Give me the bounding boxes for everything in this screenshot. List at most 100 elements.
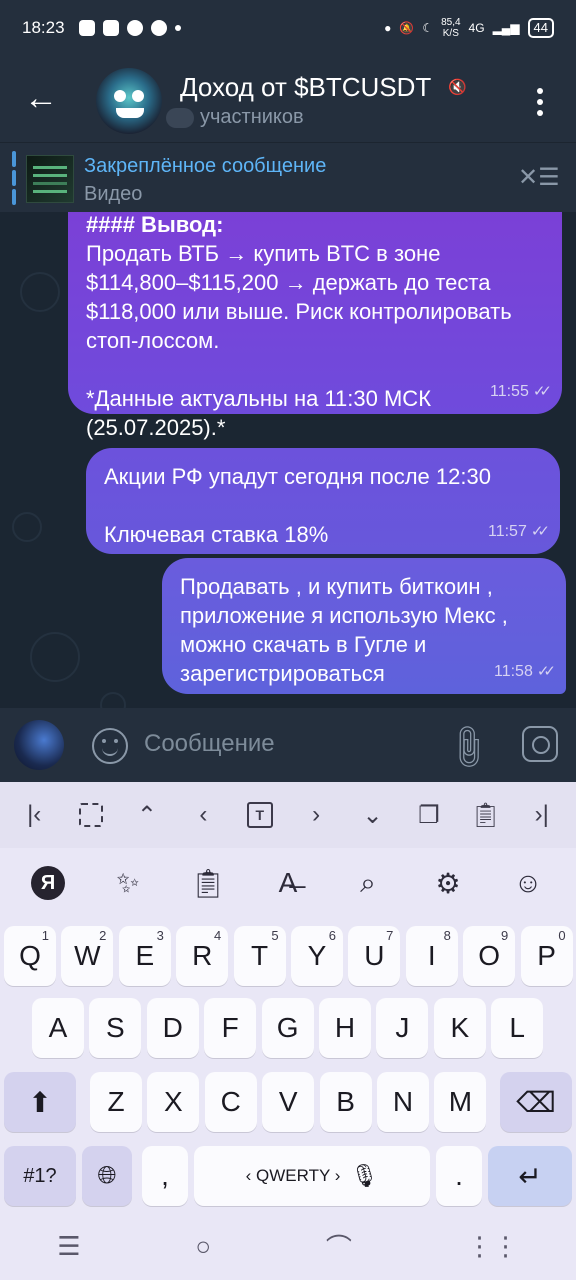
notification-icons bbox=[78, 20, 181, 36]
read-ticks-icon: ✓✓ bbox=[536, 663, 556, 680]
wallpaper-doodle bbox=[12, 512, 42, 542]
key-w[interactable]: 2W bbox=[61, 926, 114, 986]
cursor-left-icon[interactable]: ‹ bbox=[183, 795, 223, 835]
key-k[interactable]: K bbox=[433, 998, 486, 1058]
key-y[interactable]: 6Y bbox=[291, 926, 343, 986]
key-m[interactable]: M bbox=[434, 1072, 487, 1132]
translate-icon[interactable]: A̶ bbox=[266, 861, 310, 905]
backspace-icon[interactable]: ⌫ bbox=[500, 1072, 572, 1132]
muted-speaker-icon: 🔇 bbox=[448, 79, 467, 96]
select-text-icon[interactable]: T bbox=[240, 795, 280, 835]
message-bubble[interactable]: Акции РФ упадут сегодня после 12:30 Ключ… bbox=[86, 448, 560, 554]
key-o[interactable]: 9O bbox=[463, 926, 516, 986]
message-time: 11:58 bbox=[494, 663, 533, 680]
key-i[interactable]: 8I bbox=[405, 926, 458, 986]
period-key[interactable]: . bbox=[436, 1146, 482, 1206]
key-number-hint: 3 bbox=[156, 928, 164, 943]
keyboard-switch-icon[interactable]: ⋮⋮ bbox=[467, 1231, 519, 1262]
cursor-right-icon[interactable]: › bbox=[296, 795, 336, 835]
send-as-avatar[interactable] bbox=[14, 720, 64, 770]
chat-area[interactable]: #### Вывод: Продать ВТБ → купить BTC в з… bbox=[0, 212, 576, 708]
key-t[interactable]: 5T bbox=[233, 926, 286, 986]
key-z[interactable]: Z bbox=[90, 1072, 142, 1132]
key-number-hint: 4 bbox=[213, 928, 222, 943]
comma-key[interactable]: , bbox=[142, 1146, 188, 1206]
symbols-key[interactable]: #1? bbox=[4, 1146, 76, 1206]
chat-title[interactable]: Доход от $BTCUSDT bbox=[180, 72, 431, 103]
message-meta: 11:55 ✓✓ bbox=[490, 377, 552, 406]
back-nav-icon[interactable]: ⌒ bbox=[326, 1228, 352, 1265]
camera-icon[interactable] bbox=[522, 726, 558, 762]
key-number-hint: 0 bbox=[558, 928, 566, 943]
key-j[interactable]: J bbox=[376, 998, 429, 1058]
message-meta: 11:57 ✓✓ bbox=[488, 517, 550, 546]
pinned-subtitle: Видео bbox=[84, 183, 143, 205]
key-r[interactable]: 4R bbox=[176, 926, 229, 986]
shift-key[interactable]: ⬆ bbox=[4, 1072, 76, 1132]
space-label: ‹ QWERTY › bbox=[245, 1166, 341, 1185]
avatar-mouth bbox=[116, 108, 144, 118]
key-a[interactable]: A bbox=[32, 998, 84, 1058]
key-n[interactable]: N bbox=[377, 1072, 429, 1132]
globe-icon[interactable]: 🌐︎ bbox=[82, 1146, 132, 1206]
clipboard-icon[interactable]: 📋︎ bbox=[186, 861, 230, 905]
key-v[interactable]: V bbox=[262, 1072, 315, 1132]
select-all-icon[interactable] bbox=[71, 795, 111, 835]
magic-wand-icon[interactable]: ✨︎ bbox=[106, 861, 150, 905]
cursor-start-icon[interactable]: |‹ bbox=[14, 795, 54, 835]
key-e[interactable]: 3E bbox=[118, 926, 171, 986]
message-input-bar: 📎︎ bbox=[0, 708, 576, 782]
key-u[interactable]: 7U bbox=[348, 926, 401, 986]
key-b[interactable]: B bbox=[319, 1072, 372, 1132]
enter-key[interactable]: ↵ bbox=[488, 1146, 572, 1206]
key-s[interactable]: S bbox=[89, 998, 142, 1058]
key-q[interactable]: 1Q bbox=[4, 926, 56, 986]
key-number-hint: 6 bbox=[328, 928, 336, 943]
pinned-list-icon[interactable]: ✕☰ bbox=[518, 163, 560, 193]
read-ticks-icon: ✓✓ bbox=[532, 383, 552, 400]
key-c[interactable]: C bbox=[204, 1072, 257, 1132]
attach-paperclip-icon[interactable]: 📎︎ bbox=[441, 719, 497, 775]
cursor-end-icon[interactable]: ›| bbox=[522, 795, 562, 835]
cursor-up-icon[interactable]: ⌃ bbox=[127, 795, 167, 835]
keyboard: |‹ ⌃ ‹ T › ⌄ ❐ 📋︎ ›| Я ✨︎ 📋︎ A̶ ⌕ ⚙ ☺ ⬆ … bbox=[0, 782, 576, 1280]
chat-subtitle: участников bbox=[200, 106, 304, 128]
key-p[interactable]: 0P bbox=[520, 926, 573, 986]
network-type: 4G bbox=[468, 21, 485, 35]
status-bar: 18:23 ● 🔕 ☾ 85,4 K/S 4G ▂▄▆ 44 bbox=[0, 0, 576, 56]
shield-notification-icon bbox=[78, 20, 95, 36]
pinned-message-bar[interactable]: Закреплённое сообщение Видео ✕☰ bbox=[0, 142, 576, 212]
emoji-keyboard-icon[interactable]: ☺ bbox=[506, 861, 550, 905]
microphone-icon[interactable]: 🎙︎ bbox=[350, 1163, 378, 1189]
key-d[interactable]: D bbox=[146, 998, 199, 1058]
recent-apps-icon[interactable]: ☰ bbox=[57, 1231, 80, 1262]
space-bar[interactable]: ‹ QWERTY › 🎙︎ bbox=[194, 1146, 430, 1206]
cursor-down-icon[interactable]: ⌄ bbox=[353, 795, 393, 835]
message-bubble[interactable]: #### Вывод: Продать ВТБ → купить BTC в з… bbox=[68, 212, 562, 440]
paste-icon[interactable]: 📋︎ bbox=[465, 795, 505, 835]
message-bubble[interactable]: Продавать , и купить биткоин , приложени… bbox=[162, 558, 566, 694]
message-input[interactable] bbox=[144, 726, 414, 762]
key-number-hint: 8 bbox=[443, 928, 451, 943]
yandex-logo-icon[interactable]: Я bbox=[26, 861, 70, 905]
key-g[interactable]: G bbox=[261, 998, 314, 1058]
wallpaper-doodle bbox=[20, 272, 60, 312]
search-icon[interactable]: ⌕ bbox=[346, 861, 390, 905]
copy-icon[interactable]: ❐ bbox=[409, 795, 449, 835]
gear-icon[interactable]: ⚙ bbox=[426, 861, 470, 905]
more-notifications-dot-icon bbox=[174, 25, 181, 31]
message-time: 11:57 bbox=[488, 523, 527, 540]
key-h[interactable]: H bbox=[319, 998, 371, 1058]
back-arrow-icon[interactable]: ← bbox=[20, 78, 62, 120]
more-vertical-icon[interactable] bbox=[528, 84, 552, 120]
home-icon[interactable]: ○ bbox=[195, 1231, 211, 1262]
location-icon: ● bbox=[384, 21, 392, 35]
channel-avatar[interactable] bbox=[96, 68, 162, 134]
key-number-hint: 1 bbox=[41, 928, 49, 943]
avatar-eye bbox=[132, 90, 144, 102]
message-text: Продавать , и купить биткоин , приложени… bbox=[180, 574, 515, 686]
emoji-icon[interactable] bbox=[92, 728, 128, 764]
key-l[interactable]: L bbox=[491, 998, 544, 1058]
key-x[interactable]: X bbox=[147, 1072, 200, 1132]
key-f[interactable]: F bbox=[204, 998, 257, 1058]
